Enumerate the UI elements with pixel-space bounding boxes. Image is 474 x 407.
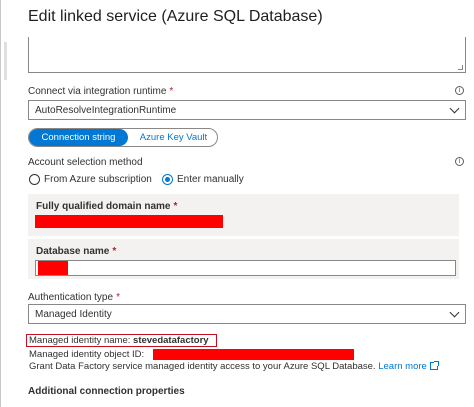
runtime-value: AutoResolveIntegrationRuntime	[35, 105, 177, 116]
required-mark: *	[173, 201, 178, 212]
radio-label-from-azure-subscription: From Azure subscription	[44, 174, 152, 185]
required-mark: *	[169, 86, 174, 97]
learn-more-text: Learn more	[378, 361, 427, 372]
scrollbar[interactable]	[4, 42, 7, 80]
info-icon[interactable]: i	[455, 86, 464, 95]
tab-connection-string[interactable]: Connection string	[29, 129, 128, 146]
radio-from-azure-subscription[interactable]	[29, 174, 40, 185]
connection-source-toggle: Connection string Azure Key Vault	[28, 128, 218, 147]
auth-type-label: Authentication type *	[28, 292, 120, 303]
database-redacted-value	[38, 261, 68, 275]
managed-identity-name: Managed identity name: stevedatafactory	[29, 335, 209, 346]
dialog-title: Edit linked service (Azure SQL Database)	[28, 8, 323, 25]
fqdn-label-text: Fully qualified domain name	[36, 201, 171, 212]
required-mark: *	[116, 292, 120, 303]
runtime-select[interactable]: AutoResolveIntegrationRuntime	[28, 100, 466, 120]
auth-type-label-text: Authentication type	[28, 292, 114, 303]
radio-label-enter-manually: Enter manually	[177, 174, 244, 185]
managed-identity-name-value: stevedatafactory	[133, 335, 209, 346]
runtime-label: Connect via integration runtime *	[28, 86, 173, 97]
database-label-text: Database name	[36, 246, 110, 257]
database-input[interactable]	[35, 260, 456, 276]
additional-properties-title: Additional connection properties	[28, 386, 185, 397]
runtime-label-text: Connect via integration runtime	[28, 86, 167, 97]
radio-enter-manually[interactable]	[162, 174, 173, 185]
grant-access-text: Grant Data Factory service managed ident…	[29, 361, 439, 372]
auth-type-value: Managed Identity	[35, 309, 112, 320]
fqdn-panel: Fully qualified domain name *	[28, 194, 459, 236]
chevron-down-icon	[449, 103, 460, 114]
tab-azure-key-vault[interactable]: Azure Key Vault	[130, 129, 217, 146]
description-textarea[interactable]	[28, 37, 466, 73]
info-icon[interactable]: i	[455, 157, 464, 166]
database-label: Database name *	[36, 246, 116, 257]
managed-identity-name-label: Managed identity name:	[29, 335, 131, 346]
managed-identity-object-id-label: Managed identity object ID:	[29, 349, 145, 360]
resize-grip-icon[interactable]	[458, 65, 463, 70]
required-mark: *	[112, 246, 117, 257]
database-panel: Database name *	[28, 239, 459, 279]
auth-type-select[interactable]: Managed Identity	[28, 304, 466, 324]
panel-left-border	[0, 0, 1, 407]
object-id-redacted-value	[153, 349, 354, 360]
account-selection-label: Account selection method	[28, 157, 143, 168]
fqdn-label: Fully qualified domain name *	[36, 201, 177, 212]
external-link-icon	[429, 361, 439, 370]
chevron-down-icon	[449, 307, 460, 318]
grant-access-message: Grant Data Factory service managed ident…	[29, 361, 376, 372]
fqdn-redacted-value[interactable]	[35, 215, 223, 228]
learn-more-link[interactable]: Learn more	[378, 361, 439, 372]
